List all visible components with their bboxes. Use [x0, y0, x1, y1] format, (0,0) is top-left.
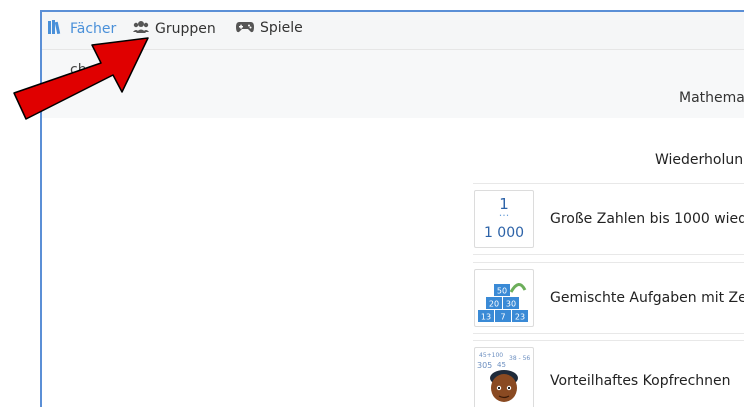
block-number: 20	[489, 300, 499, 309]
lesson-label: Große Zahlen bis 1000 wiede	[550, 211, 744, 227]
number-blocks-icon: 50 20 30 13 7 23	[478, 283, 528, 322]
subject-title: Mathema	[679, 90, 744, 106]
thumb-number: 305	[477, 361, 492, 370]
thumb-number: 38 - 56	[509, 355, 530, 362]
section-title: Wiederholun	[655, 152, 744, 168]
thumb-number: 45	[497, 361, 506, 369]
nav-item-gruppen[interactable]: Gruppen	[133, 20, 216, 37]
chevron-down-icon: ⌄	[102, 66, 112, 77]
browser-frame: Fächer Gruppen Spiele che ⌄ Mathema Wied…	[40, 10, 744, 407]
category-dropdown[interactable]: che ⌄	[70, 62, 111, 78]
mental-math-thumbnail: 45+100 38 - 56 305 45	[474, 347, 534, 407]
block-number: 13	[481, 313, 491, 322]
child-thinking-icon: 45+100 38 - 56 305 45	[477, 352, 530, 402]
nav-item-faecher[interactable]: Fächer	[48, 20, 116, 37]
nav-item-label: Spiele	[260, 20, 303, 36]
sub-header: che ⌄ Mathema	[42, 50, 744, 118]
blocks-thumbnail: 50 20 30 13 7 23	[474, 269, 534, 327]
thumb-number: 45+100	[479, 352, 503, 359]
lesson-item[interactable]: 45+100 38 - 56 305 45 Vorteilhaftes Kopf…	[473, 340, 744, 407]
lesson-item[interactable]: 50 20 30 13 7 23 Gemischte Aufgaben mit …	[473, 262, 744, 334]
lesson-item[interactable]: 1 ··· 1 000 Große Zahlen bis 1000 wiede	[473, 183, 744, 255]
lesson-label: Gemischte Aufgaben mit Zeh	[550, 290, 744, 306]
nav-item-label: Fächer	[70, 20, 117, 37]
block-number: 30	[506, 300, 516, 309]
block-number: 50	[497, 287, 507, 296]
dropdown-label: che	[70, 62, 96, 78]
top-navigation: Fächer Gruppen Spiele	[42, 12, 744, 50]
numbers-thumbnail: 1 ··· 1 000	[474, 190, 534, 248]
books-icon	[48, 20, 64, 37]
block-number: 7	[500, 313, 505, 322]
gamepad-icon	[236, 21, 254, 36]
thumb-dots: ···	[498, 209, 510, 222]
nav-item-label: Gruppen	[155, 20, 216, 37]
lesson-label: Vorteilhaftes Kopfrechnen	[550, 373, 731, 389]
block-number: 23	[515, 313, 525, 322]
users-icon	[133, 20, 149, 37]
nav-item-spiele[interactable]: Spiele	[236, 20, 303, 36]
thumb-bottom-number: 1 000	[483, 225, 525, 241]
